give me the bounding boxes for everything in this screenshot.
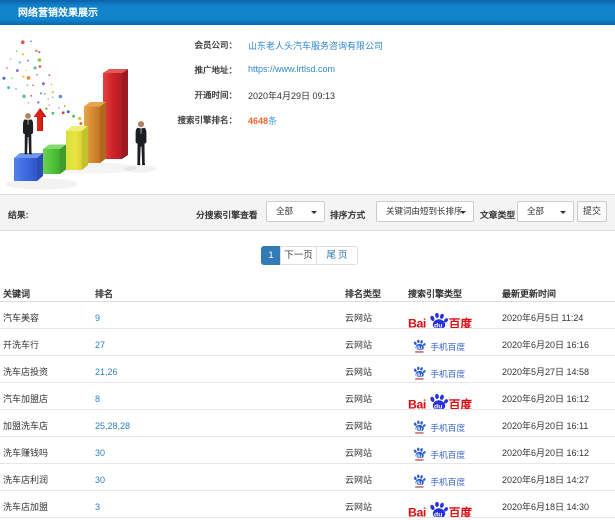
svg-text:Bai: Bai	[408, 316, 426, 328]
svg-text:du: du	[416, 372, 422, 378]
svg-text:du: du	[434, 511, 442, 516]
svg-text:Bai: Bai	[408, 505, 426, 517]
svg-text:百度: 百度	[449, 397, 472, 408]
svg-text:du: du	[434, 322, 442, 327]
svg-text:du: du	[416, 426, 422, 432]
svg-text:手机百度: 手机百度	[430, 368, 465, 379]
svg-text:du: du	[416, 453, 422, 459]
svg-text:du: du	[416, 480, 422, 486]
svg-text:百度: 百度	[449, 505, 472, 516]
svg-text:手机百度: 手机百度	[430, 422, 465, 433]
svg-text:Bai: Bai	[408, 397, 426, 409]
svg-text:手机百度: 手机百度	[430, 476, 465, 487]
svg-text:手机百度: 手机百度	[430, 449, 465, 460]
svg-text:百度: 百度	[449, 316, 472, 327]
svg-text:du: du	[434, 403, 442, 408]
svg-text:手机百度: 手机百度	[430, 341, 465, 352]
svg-text:du: du	[416, 345, 422, 351]
